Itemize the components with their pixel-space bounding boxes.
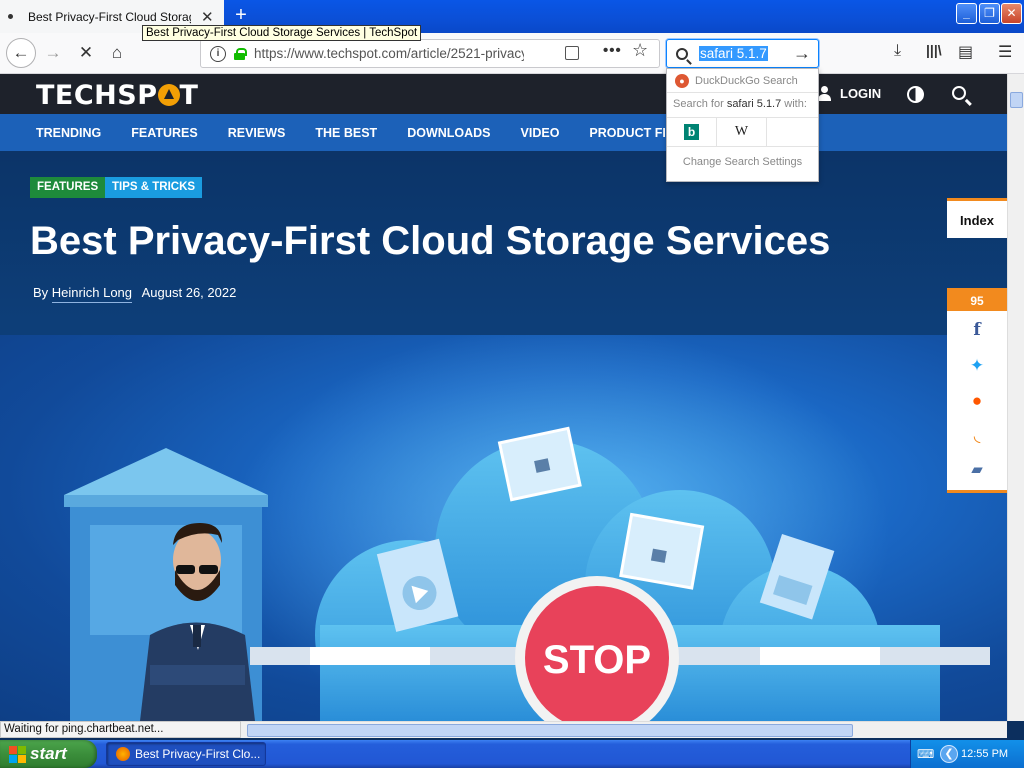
wikipedia-icon: W bbox=[734, 124, 749, 139]
one-off-engines: b W bbox=[667, 117, 818, 147]
facebook-icon[interactable]: f bbox=[947, 320, 1007, 340]
nav-the-best[interactable]: THE BEST bbox=[315, 126, 377, 140]
site-search-icon[interactable] bbox=[952, 86, 966, 100]
techspot-logo[interactable]: TECHSP T bbox=[36, 80, 198, 111]
keyboard-icon[interactable]: ⌨ bbox=[917, 747, 934, 761]
tab-tooltip: Best Privacy-First Cloud Storage Service… bbox=[142, 25, 422, 41]
reader-view-icon[interactable] bbox=[565, 46, 579, 60]
nav-downloads[interactable]: DOWNLOADS bbox=[407, 126, 490, 140]
tag-features[interactable]: FEATURES bbox=[30, 177, 106, 198]
site-nav: TRENDING FEATURES REVIEWS THE BEST DOWNL… bbox=[0, 114, 1007, 151]
share-count: 95 bbox=[947, 291, 1007, 311]
restore-button[interactable]: ❐ bbox=[979, 3, 1000, 24]
clock: 12:55 PM bbox=[961, 748, 1009, 760]
nav-reviews[interactable]: REVIEWS bbox=[228, 126, 286, 140]
change-search-settings[interactable]: Change Search Settings bbox=[667, 147, 818, 168]
library-icon[interactable]: |||\ bbox=[926, 42, 942, 58]
tab-close-icon[interactable]: ✕ bbox=[201, 8, 214, 26]
bookmark-star-icon[interactable]: ☆ bbox=[632, 40, 648, 61]
author-link[interactable]: Heinrich Long bbox=[51, 285, 133, 303]
byline: By Heinrich Long August 26, 2022 bbox=[33, 285, 237, 303]
search-for-query: safari 5.1.7 bbox=[726, 98, 782, 110]
menu-icon[interactable]: ☰ bbox=[998, 42, 1012, 62]
stop-sign-text: STOP bbox=[543, 638, 651, 682]
login-button[interactable]: LOGIN bbox=[818, 86, 881, 101]
back-button[interactable]: ← bbox=[6, 38, 36, 68]
taskbar-window-button[interactable]: Best Privacy-First Clo... bbox=[106, 742, 266, 766]
vertical-scrollbar[interactable] bbox=[1007, 74, 1024, 721]
cloud-storage-illustration: STOP bbox=[64, 335, 990, 721]
search-suggestions-popup: ● DuckDuckGo Search Search for safari 5.… bbox=[666, 68, 819, 182]
stop-button[interactable]: ✕ bbox=[71, 38, 101, 68]
tab-loading-icon bbox=[8, 14, 13, 19]
search-for-prefix: Search for bbox=[673, 98, 724, 110]
tab-title: Best Privacy-First Cloud Storage S bbox=[28, 9, 191, 24]
lock-icon bbox=[234, 47, 247, 60]
tray-expand-icon[interactable]: ❮ bbox=[940, 745, 958, 763]
downloads-icon[interactable]: ⤓ bbox=[894, 42, 901, 60]
article-title: Best Privacy-First Cloud Storage Service… bbox=[30, 219, 831, 263]
new-tab-button[interactable]: + bbox=[231, 4, 251, 26]
vertical-scroll-thumb[interactable] bbox=[1010, 92, 1023, 108]
nav-trending[interactable]: TRENDING bbox=[36, 126, 101, 140]
forward-button[interactable]: → bbox=[38, 38, 68, 68]
article-date: August 26, 2022 bbox=[141, 285, 237, 300]
user-icon bbox=[818, 86, 831, 101]
url-bar[interactable]: i https://www.techspot.com/article/2521-… bbox=[200, 39, 660, 68]
site-info-icon[interactable]: i bbox=[210, 45, 226, 62]
index-button[interactable]: Index bbox=[947, 198, 1007, 238]
login-label: LOGIN bbox=[840, 86, 882, 101]
url-text[interactable]: https://www.techspot.com/article/2521-pr… bbox=[254, 46, 524, 61]
logo-text-end: T bbox=[179, 80, 199, 111]
home-button[interactable]: ⌂ bbox=[102, 38, 132, 68]
status-bar: Waiting for ping.chartbeat.net... bbox=[0, 721, 241, 738]
sidebar-icon[interactable]: ▤ bbox=[958, 42, 973, 62]
search-input[interactable]: safari 5.1.7 bbox=[699, 46, 768, 61]
bing-engine-button[interactable]: b bbox=[667, 118, 717, 146]
wikipedia-engine-button[interactable]: W bbox=[717, 118, 767, 146]
firefox-icon bbox=[116, 747, 130, 761]
comments-icon[interactable]: ▰ bbox=[947, 460, 1007, 478]
windows-flag-icon bbox=[9, 746, 26, 763]
search-engine-header: ● DuckDuckGo Search bbox=[667, 69, 818, 93]
page-actions-icon[interactable]: ••• bbox=[603, 42, 622, 59]
horizontal-scrollbar[interactable] bbox=[241, 721, 1007, 738]
bing-icon: b bbox=[684, 124, 699, 140]
byline-prefix: By bbox=[33, 285, 49, 300]
twitter-icon[interactable]: ✦ bbox=[947, 356, 1007, 376]
tag-tips-tricks[interactable]: TIPS & TRICKS bbox=[105, 177, 203, 198]
rss-icon[interactable]: ◟ bbox=[947, 426, 1007, 446]
duckduckgo-icon: ● bbox=[675, 73, 689, 88]
hero-illustration: STOP bbox=[0, 335, 1007, 721]
search-for-suffix: with: bbox=[784, 98, 807, 110]
logo-o-icon bbox=[157, 84, 180, 106]
nav-features[interactable]: FEATURES bbox=[131, 126, 197, 140]
search-bar[interactable]: safari 5.1.7 → bbox=[666, 39, 819, 68]
search-icon bbox=[676, 47, 688, 60]
search-for-line: Search for safari 5.1.7 with: bbox=[667, 93, 818, 117]
reddit-icon[interactable]: ● bbox=[947, 391, 1007, 411]
search-go-icon[interactable]: → bbox=[793, 43, 811, 64]
start-label: start bbox=[30, 744, 67, 763]
engine-name: DuckDuckGo Search bbox=[695, 74, 798, 87]
minimize-button[interactable]: _ bbox=[956, 3, 977, 24]
nav-video[interactable]: VIDEO bbox=[521, 126, 560, 140]
logo-text: TECHSP bbox=[36, 80, 158, 111]
theme-toggle-icon[interactable] bbox=[907, 86, 924, 103]
taskbar-window-label: Best Privacy-First Clo... bbox=[135, 747, 261, 761]
horizontal-scroll-thumb[interactable] bbox=[247, 724, 853, 737]
window-close-button[interactable]: ✕ bbox=[1001, 3, 1022, 24]
